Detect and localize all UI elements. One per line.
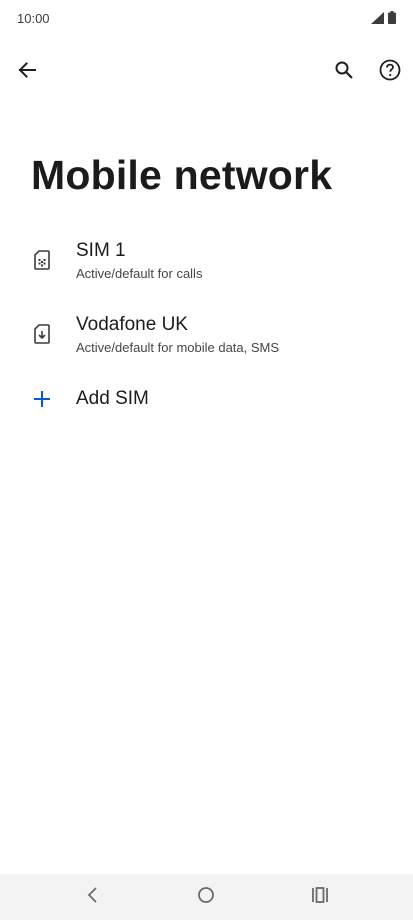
signal-icon	[371, 11, 384, 29]
nav-recents-button[interactable]	[306, 884, 334, 910]
battery-icon	[388, 11, 396, 29]
nav-home-button[interactable]	[192, 884, 220, 910]
nav-back-button[interactable]	[79, 884, 107, 910]
sim-card-icon	[30, 248, 54, 272]
page-title: Mobile network	[31, 152, 333, 198]
nav-back-icon	[86, 886, 100, 909]
status-icons	[371, 11, 396, 29]
list-item-vodafone[interactable]: Vodafone UK Active/default for mobile da…	[0, 300, 413, 370]
nav-home-icon	[197, 886, 215, 909]
status-bar: 10:00	[0, 0, 413, 36]
help-button[interactable]	[370, 52, 410, 92]
sim1-name: SIM 1	[76, 240, 126, 261]
back-arrow-icon	[17, 60, 37, 85]
vodafone-name: Vodafone UK	[76, 314, 188, 335]
search-icon	[334, 60, 354, 85]
status-time: 10:00	[17, 11, 50, 26]
list-item-sim1[interactable]: SIM 1 Active/default for calls	[0, 226, 413, 296]
toolbar	[0, 48, 413, 96]
mobile-network-screen: 10:00 Mobile network SIM 1 Active/defaul…	[0, 0, 413, 920]
sim1-status: Active/default for calls	[76, 266, 203, 281]
vodafone-status: Active/default for mobile data, SMS	[76, 340, 280, 355]
plus-icon	[30, 387, 54, 411]
search-button[interactable]	[324, 52, 364, 92]
add-sim-label: Add SIM	[76, 388, 149, 409]
navigation-bar	[0, 874, 413, 920]
add-sim-button[interactable]: Add SIM	[0, 370, 413, 430]
help-icon	[379, 59, 401, 86]
back-button[interactable]	[7, 52, 47, 92]
nav-recents-icon	[311, 886, 329, 908]
sim-download-icon	[30, 322, 54, 346]
